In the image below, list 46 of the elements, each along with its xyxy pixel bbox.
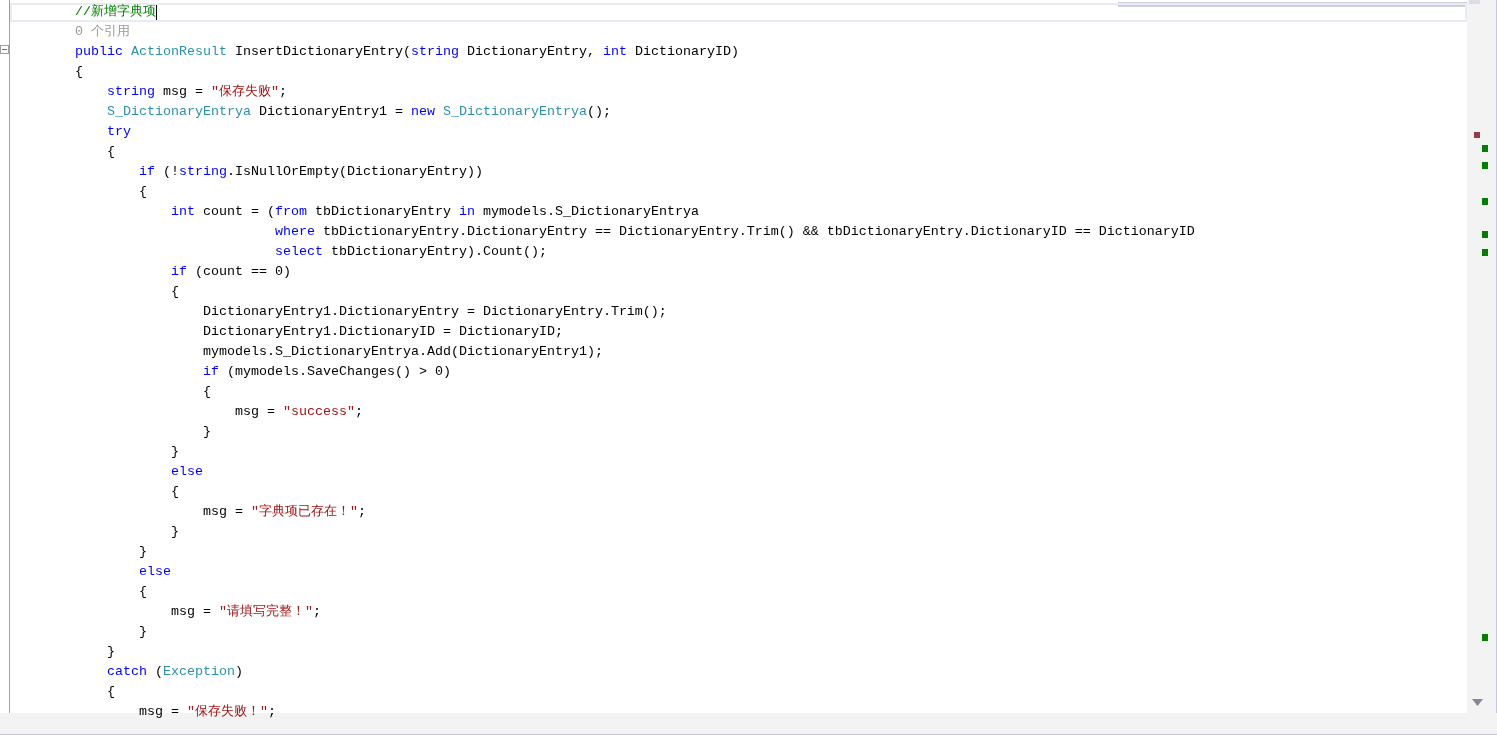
change-marker [1482,145,1488,152]
change-marker [1482,634,1488,641]
code-line: msg = "请填写完整！"; [169,603,321,621]
code-line: string msg = "保存失败"; [106,83,287,101]
code-line: } [138,623,147,641]
change-marker [1482,162,1488,169]
code-line: { [106,683,115,701]
code-line: } [106,643,115,661]
code-line: { [169,283,179,301]
code-line: { [201,383,211,401]
error-marker [1474,132,1480,138]
code-line: { [138,583,147,601]
code-line: msg = "success"; [233,403,363,421]
change-marker [1482,249,1488,256]
code-line: try [106,123,131,141]
code-line: { [75,63,83,81]
code-comment: //新增字典项 [75,3,156,21]
code-line: { [106,143,115,161]
code-line: else [138,563,171,581]
change-marker [1482,198,1488,205]
horizontal-scroll-thumb[interactable] [1118,2,1467,7]
code-line: if (!string.IsNullOrEmpty(DictionaryEntry)) [138,163,483,181]
reference-count-link[interactable]: 0 个引用 [75,22,130,42]
code-line: msg = "保存失败！"; [138,703,276,721]
code-line: } [201,423,211,441]
code-line: S_DictionaryEntrya DictionaryEntry1 = new S_DictionaryEntrya(); [106,103,611,121]
code-line: { [169,483,179,501]
code-line: if (count == 0) [169,263,291,281]
code-line: DictionaryEntry1.DictionaryEntry = DictionaryEntry.Trim(); [201,303,667,321]
code-line: if (mymodels.SaveChanges() > 0) [201,363,451,381]
code-line: msg = "字典项已存在！"; [201,503,366,521]
code-line: } [138,543,147,561]
scroll-down-icon[interactable] [1472,699,1483,706]
code-line: int count = (from tbDictionaryEntry in mymodels.S_DictionaryEntrya [169,203,699,221]
change-marker [1482,231,1488,238]
code-line: select tbDictionaryEntry).Count(); [273,243,547,261]
code-line: { [138,183,147,201]
code-line: mymodels.S_DictionaryEntrya.Add(DictionaryEntry1); [201,343,603,361]
code-line: } [169,443,179,461]
code-line: else [169,463,203,481]
code-line: catch (Exception) [106,663,243,681]
code-line: DictionaryEntry1.DictionaryID = DictionaryID; [201,323,563,341]
collapse-icon[interactable] [0,45,9,54]
code-line: where tbDictionaryEntry.DictionaryEntry == DictionaryEntry.Trim() && tbDictionaryEntry.DictionaryID == DictionaryID [273,223,1195,241]
code-line: public ActionResult InsertDictionaryEntry(string DictionaryEntry, int DictionaryID) [75,43,739,61]
code-line: } [169,523,179,541]
